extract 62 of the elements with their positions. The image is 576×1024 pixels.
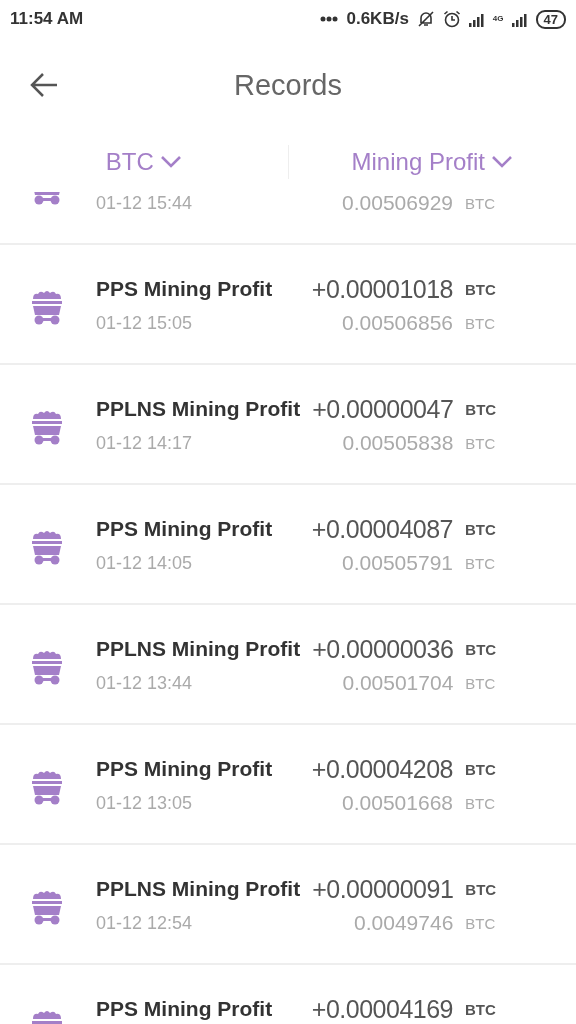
- record-amount: +0.00000047: [312, 394, 454, 424]
- record-title: PPS Mining Profit: [96, 277, 274, 301]
- record-amount: +0.00004169: [311, 994, 453, 1024]
- balance-unit: BTC: [465, 434, 497, 452]
- balance-unit: BTC: [465, 914, 497, 932]
- battery-level: 47: [535, 9, 566, 29]
- network-speed: 0.6KB/s: [346, 9, 409, 29]
- record-row[interactable]: PPS Mining Profit +0.00004169 BTC: [0, 965, 576, 1024]
- record-amount: +0.00004087: [311, 514, 453, 544]
- record-balance: 0.00505838: [342, 431, 454, 455]
- record-balance: 0.00501704: [342, 671, 454, 695]
- network-type: 4G: [492, 15, 504, 23]
- record-title: PPS Mining Profit: [96, 517, 274, 541]
- record-amount: +0.00004208: [311, 754, 453, 784]
- record-date: 01-12 13:44: [96, 672, 194, 694]
- record-balance: 0.00506856: [342, 311, 453, 335]
- record-title: PPLNS Mining Profit: [96, 877, 301, 901]
- record-title: PPLNS Mining Profit: [96, 637, 301, 661]
- record-date: 01-12 15:05: [96, 312, 194, 334]
- record-row[interactable]: PPS Mining Profit +0.00004087 BTC 01-12 14:05 0.00505791 BTC: [0, 485, 576, 605]
- record-amount: +0.00000036: [312, 634, 454, 664]
- record-title: PPLNS Mining Profit: [96, 397, 301, 421]
- back-arrow-icon[interactable]: [30, 72, 58, 98]
- record-balance: 0.00501668: [342, 791, 453, 815]
- clock: 11:54 AM: [10, 9, 84, 29]
- page-title: Records: [234, 68, 342, 102]
- record-balance: 0.00506929: [342, 192, 453, 215]
- more-icon: [320, 16, 339, 22]
- chevron-down-icon: [159, 155, 182, 169]
- balance-unit: BTC: [465, 314, 496, 332]
- record-balance: 0.00505791: [342, 551, 453, 575]
- balance-unit: BTC: [465, 554, 496, 572]
- record-balance: 0.0049746: [354, 911, 454, 935]
- record-date: 01-12 12:54: [96, 912, 194, 934]
- record-date: 01-12 14:05: [96, 552, 194, 574]
- amount-unit: BTC: [465, 880, 498, 898]
- record-date: 01-12 15:44: [96, 192, 194, 214]
- amount-unit: BTC: [465, 640, 498, 658]
- signal-icon: [511, 11, 528, 27]
- amount-unit: BTC: [465, 400, 498, 418]
- alarm-icon: [442, 10, 461, 28]
- amount-unit: BTC: [465, 520, 497, 538]
- balance-unit: BTC: [465, 794, 496, 812]
- record-title: PPS Mining Profit: [96, 757, 274, 781]
- record-row[interactable]: PPS Mining Profit +0.00004208 BTC 01-12 13:05 0.00501668 BTC: [0, 725, 576, 845]
- amount-unit: BTC: [465, 280, 497, 298]
- muted-bell-icon: [416, 10, 435, 28]
- record-title: PPS Mining Profit: [96, 997, 274, 1021]
- record-row[interactable]: PPLNS Mining Profit +0.00000036 BTC 01-12 13:44 0.00501704 BTC: [0, 605, 576, 725]
- record-row[interactable]: PPS Mining Profit +0.00001018 BTC 01-12 15:05 0.00506856 BTC: [0, 245, 576, 365]
- signal-icon: [468, 11, 485, 27]
- amount-unit: BTC: [465, 760, 497, 778]
- record-date: 01-12 14:17: [96, 432, 194, 454]
- chevron-down-icon: [490, 155, 513, 169]
- balance-unit: BTC: [465, 674, 497, 692]
- record-row[interactable]: PPLNS Mining Profit +0.00000047 BTC 01-12 14:17 0.00505838 BTC: [0, 365, 576, 485]
- record-amount: +0.00001018: [311, 274, 453, 304]
- record-date: 01-12 13:05: [96, 792, 194, 814]
- balance-unit: BTC: [465, 194, 496, 212]
- record-row[interactable]: PPLNS Mining Profit +0.00000091 BTC 01-12 12:54 0.0049746 BTC: [0, 845, 576, 965]
- amount-unit: BTC: [465, 1000, 497, 1018]
- record-amount: +0.00000091: [312, 874, 454, 904]
